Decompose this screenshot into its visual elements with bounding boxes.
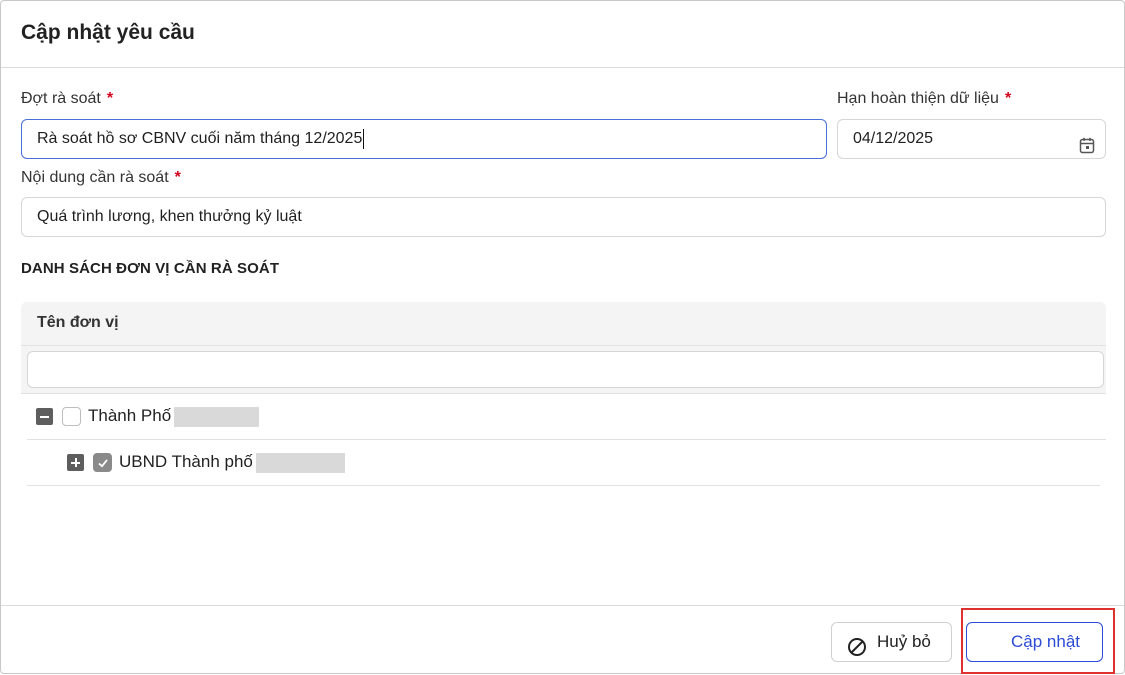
review-content-label: Nội dung cần rà soát * xyxy=(21,169,181,187)
required-mark: * xyxy=(174,169,181,186)
highlight-annotation xyxy=(961,608,1115,674)
calendar-icon[interactable] xyxy=(1079,131,1095,154)
review-round-value: Rà soát hồ sơ CBNV cuối năm tháng 12/202… xyxy=(37,130,363,147)
redacted-text xyxy=(174,406,260,427)
units-section-title: DANH SÁCH ĐƠN VỊ CẦN RÀ SOÁT xyxy=(21,260,280,277)
review-round-label-text: Đợt rà soát xyxy=(21,90,101,107)
unit-name: Thành Phố xyxy=(88,406,172,425)
deadline-label-text: Hạn hoàn thiện dữ liệu xyxy=(837,90,999,107)
update-request-dialog: Cập nhật yêu cầu Đợt rà soát * Rà soát hồ… xyxy=(0,0,1125,674)
required-mark: * xyxy=(1004,90,1012,107)
review-round-label: Đợt rà soát * xyxy=(21,90,113,108)
dialog-title: Cập nhật yêu cầu xyxy=(21,21,195,44)
required-mark: * xyxy=(106,90,114,107)
units-table-header: Tên đơn vị xyxy=(21,302,1106,346)
filter-row xyxy=(21,346,1106,394)
deadline-value: 04/12/2025 xyxy=(853,130,934,147)
unit-filter-input[interactable] xyxy=(27,351,1104,388)
unit-name: UBND Thành phố xyxy=(119,452,253,471)
cancel-button[interactable]: Huỷ bỏ xyxy=(831,622,952,662)
deadline-label: Hạn hoàn thiện dữ liệu * xyxy=(837,90,1011,108)
tree-row-label: Thành Phố xyxy=(88,406,260,427)
dialog-header: Cập nhật yêu cầu xyxy=(1,1,1124,68)
ban-icon xyxy=(847,633,867,671)
tree-row: UBND Thành phố xyxy=(27,440,1100,486)
check-icon xyxy=(98,459,108,468)
deadline-date-input[interactable]: 04/12/2025 xyxy=(837,119,1106,159)
row-checkbox[interactable] xyxy=(62,407,81,426)
redacted-text xyxy=(255,452,345,473)
row-checkbox-checked[interactable] xyxy=(93,453,112,472)
expand-icon[interactable] xyxy=(67,454,84,471)
tree-row: Thành Phố xyxy=(27,394,1106,440)
dialog-footer: Huỷ bỏ Cập nhật xyxy=(1,605,1124,675)
text-caret xyxy=(363,128,365,149)
column-header-unit-name: Tên đơn vị xyxy=(37,314,119,331)
review-content-input[interactable]: Quá trình lương, khen thưởng kỷ luật xyxy=(21,197,1106,237)
review-round-input[interactable]: Rà soát hồ sơ CBNV cuối năm tháng 12/202… xyxy=(21,119,827,159)
review-content-value: Quá trình lương, khen thưởng kỷ luật xyxy=(37,208,302,225)
cancel-button-label: Huỷ bỏ xyxy=(877,632,931,651)
tree-row-label: UBND Thành phố xyxy=(119,452,345,473)
collapse-icon[interactable] xyxy=(36,408,53,425)
review-content-label-text: Nội dung cần rà soát xyxy=(21,169,169,186)
